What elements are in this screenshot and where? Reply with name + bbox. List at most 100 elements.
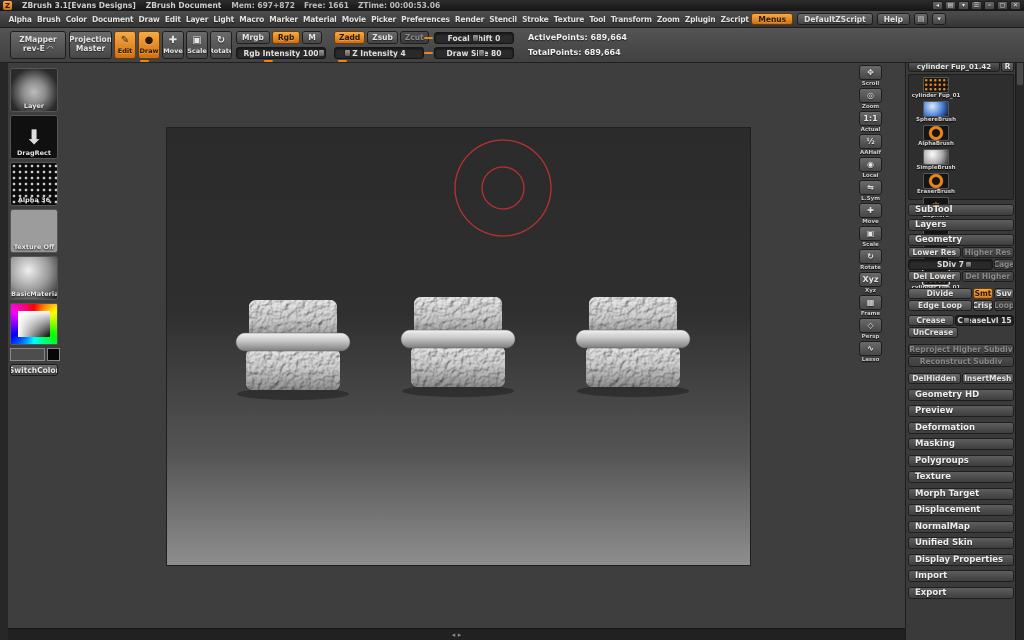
menu-item[interactable]: Light bbox=[211, 15, 237, 24]
menubar-mini-icon[interactable]: ▤ bbox=[914, 13, 928, 25]
strip-tool-button[interactable]: ✚ bbox=[859, 203, 882, 218]
lower-res-button[interactable]: Lower Res bbox=[908, 247, 961, 258]
menu-item[interactable]: Texture bbox=[551, 15, 587, 24]
menu-item[interactable]: Brush bbox=[34, 15, 63, 24]
crease-lvl-slider[interactable]: CreaseLvl 15 bbox=[955, 315, 1014, 326]
collapsed-section-header[interactable]: Import bbox=[908, 570, 1014, 582]
sculpt-mode-button[interactable]: Zadd bbox=[334, 31, 365, 44]
menu-item[interactable]: Marker bbox=[267, 15, 301, 24]
shelf-selector[interactable]: Alpha 36 bbox=[10, 162, 58, 206]
menu-item[interactable]: Layer bbox=[183, 15, 210, 24]
menu-item[interactable]: Tool bbox=[587, 15, 608, 24]
menu-item[interactable]: Transform bbox=[608, 15, 654, 24]
sdiv-handle[interactable] bbox=[965, 261, 972, 268]
suv-toggle[interactable]: Suv bbox=[994, 288, 1014, 299]
strip-tool-button[interactable]: 1:1 bbox=[859, 111, 882, 126]
help-button[interactable]: Help bbox=[877, 13, 910, 25]
menubar-mini-icon[interactable]: ▾ bbox=[932, 13, 946, 25]
window-control-icon[interactable]: ▤ bbox=[945, 1, 956, 10]
crisp-toggle[interactable]: Crisp bbox=[973, 300, 993, 311]
smt-toggle[interactable]: Smt bbox=[973, 288, 993, 299]
reconstruct-button[interactable]: Reconstruct Subdiv bbox=[908, 356, 1014, 367]
collapsed-section-header[interactable]: Morph Target bbox=[908, 488, 1014, 500]
strip-tool-button[interactable]: ▣ bbox=[859, 226, 882, 241]
menu-item[interactable]: Macro bbox=[237, 15, 267, 24]
menu-item[interactable]: Material bbox=[300, 15, 339, 24]
higher-res-button[interactable]: Higher Res bbox=[962, 247, 1015, 258]
tool-thumbnail[interactable]: EraserBrush bbox=[911, 173, 961, 196]
menu-item[interactable]: Edit bbox=[162, 15, 183, 24]
default-zscript-button[interactable]: DefaultZScript bbox=[797, 13, 873, 25]
menu-item[interactable]: Movie bbox=[339, 15, 368, 24]
scrollbar-arrows-icon[interactable]: ◂ ▸ bbox=[452, 631, 461, 639]
collapsed-section-header[interactable]: Deformation bbox=[908, 422, 1014, 434]
draw-size-handle[interactable] bbox=[478, 49, 485, 57]
uncrease-button[interactable]: UnCrease bbox=[908, 327, 958, 338]
reproject-button[interactable]: Reproject Higher Subdiv bbox=[908, 344, 1014, 355]
mode-button[interactable]: ● Draw bbox=[138, 31, 160, 59]
menu-item[interactable]: Zplugin bbox=[682, 15, 718, 24]
menu-item[interactable]: Render bbox=[452, 15, 486, 24]
menu-item[interactable]: Document bbox=[89, 15, 136, 24]
focal-shift-handle[interactable] bbox=[472, 34, 479, 42]
crease-button[interactable]: Crease bbox=[908, 315, 954, 326]
collapsed-section-header[interactable]: Masking bbox=[908, 438, 1014, 450]
zbrush-document[interactable] bbox=[167, 128, 750, 565]
mode-button[interactable]: ↻ Rotate bbox=[210, 31, 232, 59]
secondary-color-swatch[interactable] bbox=[47, 348, 60, 361]
sdiv-slider[interactable]: SDiv 7 bbox=[908, 259, 993, 270]
window-control-icon[interactable]: ▾ bbox=[958, 1, 969, 10]
color-picker[interactable] bbox=[10, 303, 58, 345]
shelf-selector[interactable]: ⬇ DragRect bbox=[10, 115, 58, 159]
shelf-selector[interactable]: Layer bbox=[10, 68, 58, 112]
main-color-swatch[interactable] bbox=[10, 348, 45, 361]
window-control-icon[interactable]: – bbox=[984, 1, 995, 10]
menu-item[interactable]: Zscript bbox=[718, 15, 751, 24]
color-mode-button[interactable]: Mrgb bbox=[236, 31, 270, 44]
color-mode-button[interactable]: M bbox=[302, 31, 321, 44]
strip-tool-button[interactable]: ⇋ bbox=[859, 180, 882, 195]
canvas-bottom-scrollbar[interactable]: ◂ ▸ bbox=[8, 628, 905, 640]
subtool-section-header[interactable]: SubTool bbox=[908, 204, 1014, 216]
divide-button[interactable]: Divide bbox=[908, 288, 972, 299]
collapsed-section-header[interactable]: Export bbox=[908, 587, 1014, 599]
strip-tool-button[interactable]: ✥ bbox=[859, 65, 882, 80]
collapsed-section-header[interactable]: NormalMap bbox=[908, 521, 1014, 533]
switch-color-button[interactable]: SwitchColor bbox=[10, 364, 58, 376]
collapsed-section-header[interactable]: Polygroups bbox=[908, 455, 1014, 467]
menu-item[interactable]: Color bbox=[63, 15, 89, 24]
shelf-selector[interactable]: Texture Off bbox=[10, 209, 58, 253]
mode-button[interactable]: ▣ Scale bbox=[186, 31, 208, 59]
mode-button[interactable]: ✚ Move bbox=[162, 31, 184, 59]
strip-tool-button[interactable]: Xyz bbox=[859, 272, 882, 287]
z-intensity-handle[interactable] bbox=[344, 49, 351, 57]
collapsed-section-header[interactable]: Display Properties bbox=[908, 554, 1014, 566]
edge-loop-button[interactable]: Edge Loop bbox=[908, 300, 972, 311]
del-higher-button[interactable]: Del Higher bbox=[962, 271, 1015, 282]
strip-tool-button[interactable]: ∿ bbox=[859, 341, 882, 356]
mode-button[interactable]: ✎ Edit bbox=[114, 31, 136, 59]
insert-mesh-button[interactable]: InsertMesh bbox=[962, 373, 1015, 384]
tool-thumbnail[interactable]: SphereBrush bbox=[911, 101, 961, 124]
zmapper-button[interactable]: ZMapper rev-E ◠ bbox=[10, 31, 66, 59]
collapsed-section-header[interactable]: Preview bbox=[908, 405, 1014, 417]
menu-item[interactable]: Zoom bbox=[654, 15, 682, 24]
strip-tool-button[interactable]: ◎ bbox=[859, 88, 882, 103]
color-picker-inner[interactable] bbox=[18, 311, 50, 337]
z-intensity-slider[interactable]: Z Intensity 4 bbox=[334, 47, 424, 59]
geometry-section-header[interactable]: Geometry bbox=[908, 234, 1014, 246]
rgb-intensity-handle[interactable] bbox=[318, 49, 325, 57]
canvas-area[interactable]: ◂ ▸ bbox=[8, 63, 905, 640]
draw-size-slider[interactable]: Draw Size 80 bbox=[434, 47, 514, 59]
strip-tool-button[interactable]: ◇ bbox=[859, 318, 882, 333]
strip-tool-button[interactable]: ↻ bbox=[859, 249, 882, 264]
menus-button[interactable]: Menus bbox=[751, 13, 793, 25]
shelf-selector[interactable]: BasicMaterial bbox=[10, 256, 58, 300]
cage-button[interactable]: Cage bbox=[994, 259, 1014, 270]
window-control-icon[interactable]: ✕ bbox=[1010, 1, 1021, 10]
left-tray-edge[interactable] bbox=[0, 63, 8, 640]
menu-item[interactable]: Stencil bbox=[487, 15, 520, 24]
window-control-icon[interactable]: ▢ bbox=[997, 1, 1008, 10]
strip-tool-button[interactable]: ½ bbox=[859, 134, 882, 149]
menu-item[interactable]: Preferences bbox=[399, 15, 453, 24]
